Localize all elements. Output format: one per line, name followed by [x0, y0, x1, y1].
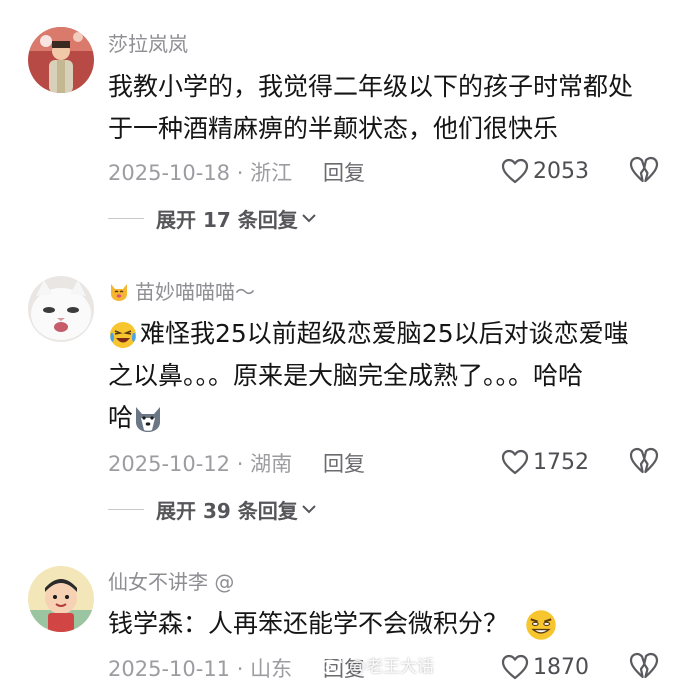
like-count: 1870: [533, 654, 589, 680]
expand-replies-button[interactable]: 展开 17 条回复: [108, 203, 317, 233]
date-location: 2025-10-18 · 浙江: [108, 161, 293, 185]
weibo-logo-icon: [320, 656, 342, 674]
husky-dog-emoji-icon: [136, 407, 161, 432]
reply-button[interactable]: 回复: [323, 157, 365, 187]
like-button[interactable]: 1752: [501, 446, 589, 478]
like-button[interactable]: 1870: [501, 651, 589, 683]
cat-face-icon: [111, 284, 127, 301]
chevron-down-icon: [302, 214, 316, 223]
reply-button[interactable]: 回复: [323, 448, 365, 478]
crying-laughing-emoji-icon: [110, 322, 136, 348]
date-location: 2025-10-11 · 山东: [108, 657, 293, 681]
comment-text: 难怪我25以前超级恋爱脑25以后对谈恋爱嗤 之以鼻。。。原来是大脑完全成熟了。。…: [108, 319, 629, 432]
divider: [108, 217, 144, 219]
like-count: 2053: [533, 158, 589, 184]
date-location: 2025-10-12 · 湖南: [108, 452, 293, 476]
avatar[interactable]: [28, 27, 94, 93]
heart-outline-icon: [501, 158, 529, 184]
heart-outline-icon: [501, 654, 529, 680]
smirking-emoji-icon: [526, 610, 556, 640]
like-button[interactable]: 2053: [501, 155, 589, 187]
heart-outline-icon: [501, 449, 529, 475]
avatar[interactable]: [28, 276, 94, 342]
comment-meta: 2025-10-18 · 浙江 回复 2053: [108, 155, 668, 187]
username[interactable]: 莎拉岚岚: [108, 31, 188, 57]
avatar[interactable]: [28, 566, 94, 632]
comment-text: 我教小学的，我觉得二年级以下的孩子时常都处 于一种酒精麻痹的半颠状态，他们很快乐: [108, 72, 634, 143]
comment-meta: 2025-10-12 · 湖南 回复 1752: [108, 446, 668, 478]
broken-heart-icon[interactable]: [629, 447, 659, 475]
comment-text: 钱学森：人再笨还能学不会微积分？: [108, 603, 668, 645]
like-count: 1752: [533, 449, 589, 475]
broken-heart-icon[interactable]: [629, 652, 659, 680]
watermark: @老王大话: [320, 652, 434, 677]
divider: [108, 508, 144, 510]
chevron-down-icon: [302, 505, 316, 514]
broken-heart-icon[interactable]: [629, 156, 659, 184]
username[interactable]: 苗妙喵喵喵～: [108, 279, 255, 305]
username[interactable]: 仙女不讲李 @: [108, 569, 234, 595]
expand-replies-button[interactable]: 展开 39 条回复: [108, 494, 317, 524]
